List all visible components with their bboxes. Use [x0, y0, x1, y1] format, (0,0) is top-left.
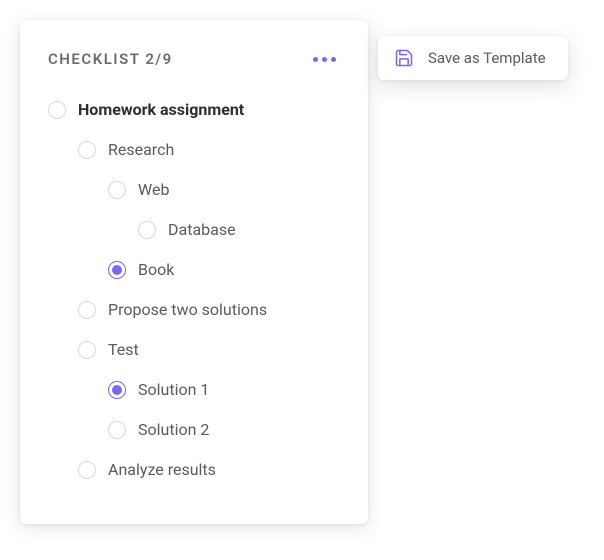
checklist-radio[interactable] — [138, 221, 156, 239]
checklist-item-label: Analyze results — [108, 460, 216, 481]
save-icon — [394, 48, 414, 68]
ellipsis-icon — [331, 57, 336, 62]
checklist-item-label: Homework assignment — [78, 100, 244, 121]
save-template-menu-item[interactable]: Save as Template — [378, 36, 568, 80]
more-options-button[interactable] — [309, 53, 340, 66]
checklist-item-label: Book — [138, 260, 174, 281]
checklist-radio[interactable] — [78, 341, 96, 359]
checklist-radio[interactable] — [108, 181, 126, 199]
checklist-item-label: Web — [138, 180, 169, 201]
checklist-radio[interactable] — [108, 381, 126, 399]
checklist-item[interactable]: Solution 1 — [48, 370, 340, 410]
checklist-radio[interactable] — [108, 421, 126, 439]
checklist-item[interactable]: Book — [48, 250, 340, 290]
checklist-item[interactable]: Research — [48, 130, 340, 170]
ellipsis-icon — [322, 57, 327, 62]
checklist-item[interactable]: Homework assignment — [48, 90, 340, 130]
save-template-label: Save as Template — [428, 49, 546, 67]
checklist-item[interactable]: Test — [48, 330, 340, 370]
checklist-item[interactable]: Analyze results — [48, 450, 340, 490]
checklist-radio[interactable] — [48, 101, 66, 119]
checklist-items: Homework assignment Research Web Database Bo… — [48, 90, 340, 490]
ellipsis-icon — [313, 57, 318, 62]
checklist-item[interactable]: Web — [48, 170, 340, 210]
checklist-item[interactable]: Propose two solutions — [48, 290, 340, 330]
checklist-card: CHECKLIST 2/9 Homework assignment Researc… — [20, 20, 368, 524]
checklist-item[interactable]: Solution 2 — [48, 410, 340, 450]
checklist-item-label: Research — [108, 140, 174, 161]
checklist-radio[interactable] — [78, 141, 96, 159]
checklist-radio[interactable] — [78, 461, 96, 479]
checklist-item-label: Solution 2 — [138, 420, 209, 441]
checklist-item-label: Test — [108, 340, 139, 361]
checklist-item-label: Solution 1 — [138, 380, 209, 401]
checklist-radio[interactable] — [108, 261, 126, 279]
checklist-radio[interactable] — [78, 301, 96, 319]
checklist-item-label: Database — [168, 220, 236, 241]
card-header: CHECKLIST 2/9 — [48, 50, 340, 68]
checklist-item-label: Propose two solutions — [108, 300, 267, 321]
checklist-item[interactable]: Database — [48, 210, 340, 250]
checklist-title: CHECKLIST 2/9 — [48, 50, 173, 68]
